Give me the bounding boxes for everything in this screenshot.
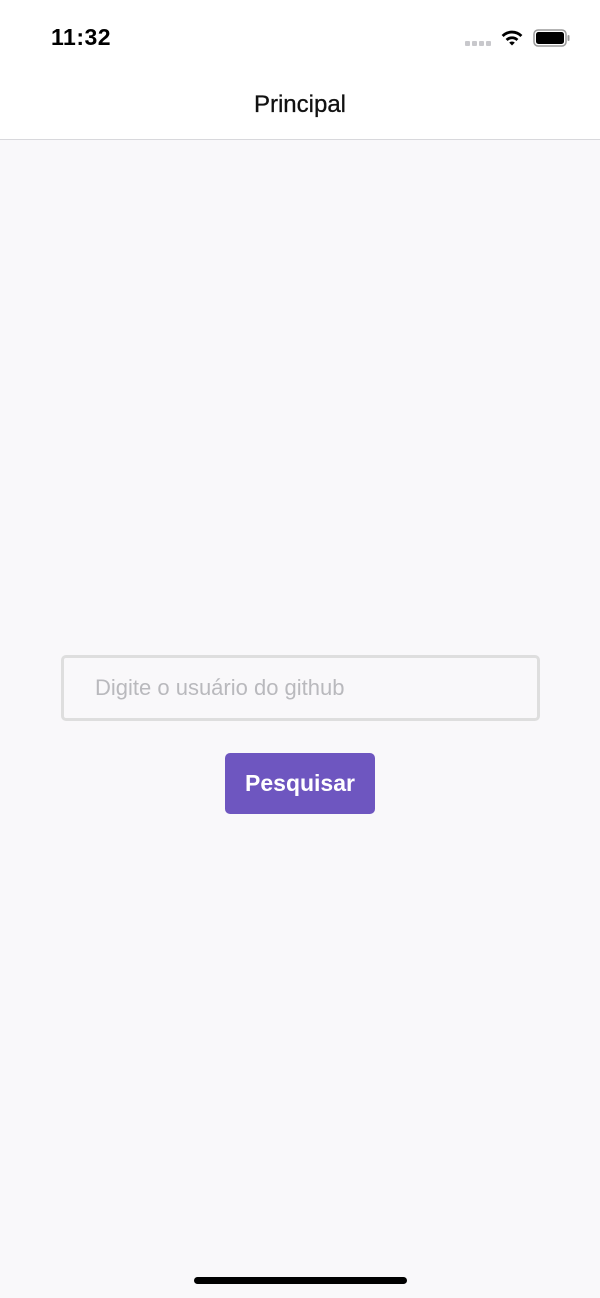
search-button[interactable]: Pesquisar: [225, 753, 375, 814]
app-screen: 11:32 Principal Pesquisar: [0, 0, 600, 1298]
wifi-icon: [501, 30, 523, 46]
home-indicator[interactable]: [194, 1277, 407, 1284]
battery-icon: [533, 29, 570, 47]
github-user-search-input[interactable]: [61, 655, 540, 721]
page-title: Principal: [253, 90, 347, 118]
signal-icon: [465, 41, 493, 47]
status-time: 11:32: [51, 24, 112, 50]
status-bar: 11:32: [0, 0, 600, 72]
navigation-bar: Principal: [0, 72, 600, 140]
